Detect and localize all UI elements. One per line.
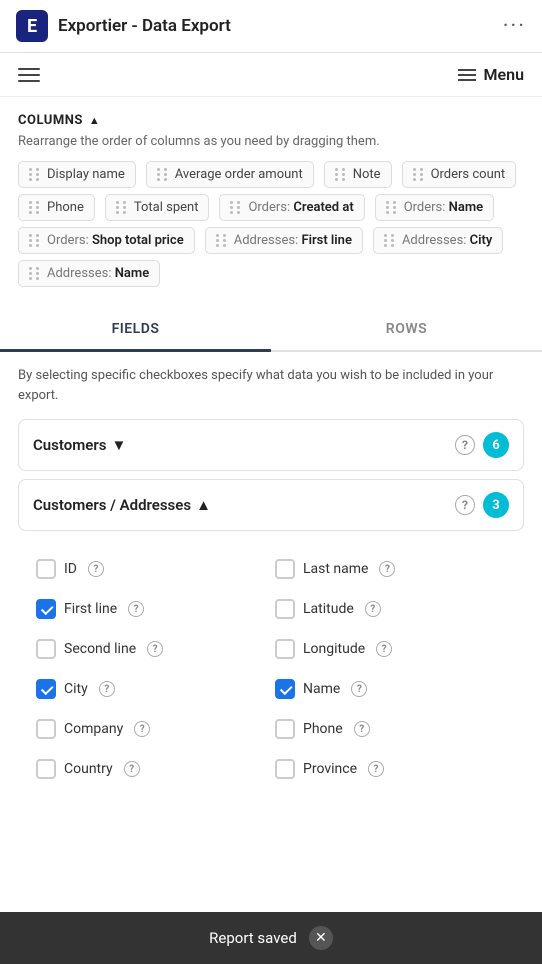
drag-handle-icon	[29, 234, 41, 247]
checkbox-second-line[interactable]	[36, 639, 56, 659]
checkbox-phone[interactable]	[275, 719, 295, 739]
app-title: Exportier - Data Export	[58, 16, 231, 36]
checkbox-country[interactable]	[36, 759, 56, 779]
customers-help-icon[interactable]: ?	[455, 435, 475, 455]
fields-description: By selecting specific checkboxes specify…	[18, 366, 524, 405]
more-options-icon[interactable]: ···	[503, 14, 526, 39]
checkbox-help-last-name[interactable]: ?	[379, 561, 395, 577]
accordion-customers-addresses[interactable]: Customers / Addresses ▲ ? 3	[18, 479, 524, 531]
checkbox-item-city: City?	[32, 669, 271, 709]
drag-handle-icon	[384, 234, 396, 247]
customers-badge: 6	[483, 432, 509, 458]
column-tag-orders-created[interactable]: Orders: Created at	[219, 194, 364, 221]
menu-button[interactable]: Menu	[458, 65, 524, 84]
checkbox-item-company: Company?	[32, 709, 271, 749]
checkbox-grid: ID?Last name?First line?Latitude?Second …	[32, 549, 510, 789]
hamburger-icon[interactable]	[18, 68, 40, 82]
checkbox-help-first-line[interactable]: ?	[128, 601, 144, 617]
accordion-customers-label: Customers ▼	[33, 436, 126, 454]
columns-description: Rearrange the order of columns as you ne…	[18, 134, 524, 149]
checkbox-company[interactable]	[36, 719, 56, 739]
checkbox-item-country: Country?	[32, 749, 271, 789]
column-tag-addresses-first-line[interactable]: Addresses: First line	[205, 227, 363, 254]
accordion-addresses-right: ? 3	[455, 492, 509, 518]
column-tag-note[interactable]: Note	[324, 161, 392, 188]
app-header-left: E Exportier - Data Export	[16, 10, 231, 42]
drag-handle-icon	[116, 201, 128, 214]
accordion-customers-chevron: ▼	[111, 436, 126, 454]
checkbox-item-last-name: Last name?	[271, 549, 510, 589]
drag-handle-icon	[29, 267, 41, 280]
checkbox-longitude[interactable]	[275, 639, 295, 659]
columns-section: COLUMNS ▲ Rearrange the order of columns…	[0, 97, 542, 295]
column-tag-addresses-city[interactable]: Addresses: City	[373, 227, 503, 254]
checkbox-id[interactable]	[36, 559, 56, 579]
checkbox-help-company[interactable]: ?	[134, 721, 150, 737]
checkbox-item-second-line: Second line?	[32, 629, 271, 669]
column-tag-orders-count[interactable]: Orders count	[402, 161, 517, 188]
toast-close-button[interactable]: ✕	[309, 926, 333, 950]
checkbox-latitude[interactable]	[275, 599, 295, 619]
tabs-bar: FIELDSROWS	[0, 309, 542, 352]
tab-fields[interactable]: FIELDS	[0, 309, 271, 352]
accordion-customers-right: ? 6	[455, 432, 509, 458]
checkbox-city[interactable]	[36, 679, 56, 699]
column-tag-total-spent[interactable]: Total spent	[105, 194, 210, 221]
checkbox-item-id: ID?	[32, 549, 271, 589]
drag-handle-icon	[413, 168, 425, 181]
checkbox-help-phone[interactable]: ?	[354, 721, 370, 737]
accordion-addresses-label: Customers / Addresses ▲	[33, 496, 211, 514]
fields-section: By selecting specific checkboxes specify…	[0, 352, 542, 789]
checkbox-last-name[interactable]	[275, 559, 295, 579]
drag-handle-icon	[29, 168, 41, 181]
columns-chevron: ▲	[89, 114, 100, 127]
checkbox-help-latitude[interactable]: ?	[365, 601, 381, 617]
column-tag-phone[interactable]: Phone	[18, 194, 95, 221]
drag-handle-icon	[29, 201, 41, 214]
column-tag-orders-name[interactable]: Orders: Name	[375, 194, 494, 221]
accordion-customers[interactable]: Customers ▼ ? 6	[18, 419, 524, 471]
drag-handle-icon	[157, 168, 169, 181]
checkbox-name[interactable]	[275, 679, 295, 699]
app-header: E Exportier - Data Export ···	[0, 0, 542, 53]
checkbox-help-longitude[interactable]: ?	[376, 641, 392, 657]
app-icon: E	[16, 10, 48, 42]
checkbox-item-longitude: Longitude?	[271, 629, 510, 669]
column-tag-orders-shop-total[interactable]: Orders: Shop total price	[18, 227, 195, 254]
drag-handle-icon	[386, 201, 398, 214]
tab-rows[interactable]: ROWS	[271, 309, 542, 350]
checkbox-province[interactable]	[275, 759, 295, 779]
checkbox-help-city[interactable]: ?	[99, 681, 115, 697]
checkbox-help-province[interactable]: ?	[368, 761, 384, 777]
checkbox-help-country[interactable]: ?	[124, 761, 140, 777]
addresses-badge: 3	[483, 492, 509, 518]
menu-lines-icon	[458, 69, 476, 81]
checkboxes-section: ID?Last name?First line?Latitude?Second …	[18, 539, 524, 789]
nav-bar: Menu	[0, 53, 542, 97]
drag-handle-icon	[216, 234, 228, 247]
checkbox-help-id[interactable]: ?	[88, 561, 104, 577]
column-tag-avg-order[interactable]: Average order amount	[146, 161, 314, 188]
checkbox-first-line[interactable]	[36, 599, 56, 619]
checkbox-item-latitude: Latitude?	[271, 589, 510, 629]
toast-message: Report saved	[209, 929, 297, 947]
drag-handle-icon	[230, 201, 242, 214]
columns-grid: Display name Average order amount Note Orde…	[18, 161, 524, 287]
checkbox-item-phone: Phone?	[271, 709, 510, 749]
checkbox-item-first-line: First line?	[32, 589, 271, 629]
addresses-help-icon[interactable]: ?	[455, 495, 475, 515]
drag-handle-icon	[335, 168, 347, 181]
column-tag-addresses-name[interactable]: Addresses: Name	[18, 260, 160, 287]
checkbox-help-second-line[interactable]: ?	[147, 641, 163, 657]
checkbox-help-name[interactable]: ?	[351, 681, 367, 697]
accordion-addresses-chevron: ▲	[196, 496, 211, 514]
checkbox-item-name: Name?	[271, 669, 510, 709]
columns-header[interactable]: COLUMNS ▲	[18, 113, 524, 128]
toast: Report saved ✕	[0, 912, 542, 964]
column-tag-display-name[interactable]: Display name	[18, 161, 136, 188]
checkbox-item-province: Province?	[271, 749, 510, 789]
